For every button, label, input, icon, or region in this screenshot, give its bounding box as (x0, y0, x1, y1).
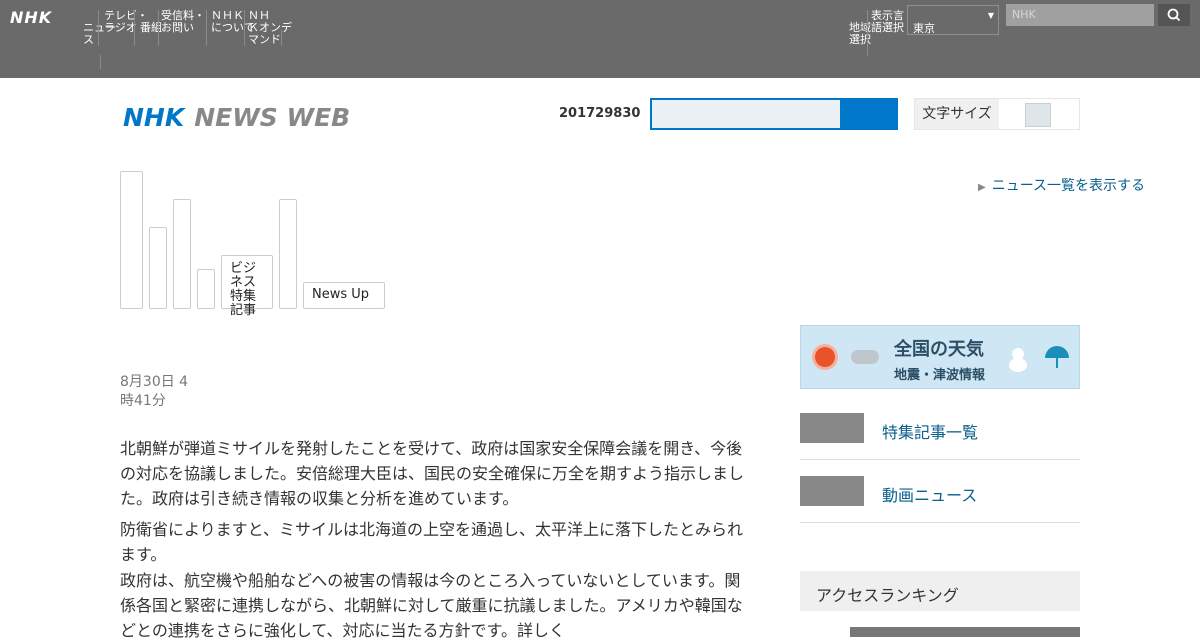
timestamp-line-1: 8月30日 4 (120, 374, 189, 390)
weather-banner[interactable]: 全国の天気 地震・津波情報 (800, 325, 1080, 389)
ranking-title: アクセスランキング (816, 586, 959, 605)
sidebar-item-label: 動画ニュース (882, 486, 978, 505)
region-dropdown[interactable]: 東京 ▼ (907, 5, 999, 35)
chevron-down-icon: ▼ (987, 11, 994, 20)
article-timestamp: 8月30日 4 時41分 (120, 373, 188, 411)
ranking-header: アクセスランキング (800, 571, 1080, 611)
news-list-link[interactable]: ▶ ニュース一覧を表示する (978, 175, 1145, 195)
nav-divider (867, 10, 868, 56)
brand-news-web: NEWS WEB (194, 103, 351, 132)
region-dropdown-value: 東京 (913, 22, 935, 35)
top-navigation-bar: NHK ニュー ス テレビ・ ラジオ 番組 受信料・ お問い ＮＨＫ について … (0, 0, 1200, 78)
nav-divider (134, 10, 135, 46)
tab-economy[interactable]: 経済 (173, 199, 191, 309)
snowman-icon (1009, 348, 1027, 372)
news-web-logo[interactable]: NHK NEWS WEB (123, 103, 350, 132)
ranking-thumbnail[interactable] (850, 627, 1080, 637)
sidebar-item-videos[interactable]: 動画ニュース (800, 476, 1080, 523)
tab-label: 社会 (121, 172, 142, 206)
nav-divider (244, 10, 245, 46)
nhk-search-input[interactable]: NHK (1006, 4, 1154, 26)
tab-news-up[interactable]: News Up (303, 282, 385, 309)
triangle-right-icon: ▶ (978, 182, 986, 193)
nav-divider (100, 55, 101, 69)
tab-label: 特集 (280, 200, 296, 234)
nhk-logo[interactable]: NHK (10, 8, 52, 27)
toggle-knob[interactable] (1025, 103, 1051, 127)
timestamp-line-2: 時41分 (120, 393, 166, 409)
nav-fees[interactable]: 受信料・ お問い (161, 10, 205, 34)
tab-international[interactable]: 国際 (197, 269, 215, 309)
news-list-link-label: ニュース一覧を表示する (991, 178, 1146, 194)
tab-special[interactable]: 特集 (279, 199, 297, 309)
sun-icon (815, 347, 835, 367)
nav-divider (98, 10, 99, 46)
nhk-search-button[interactable] (1158, 4, 1190, 26)
brand-nhk: NHK (123, 103, 185, 132)
nav-ondemand[interactable]: ＮＨ Ｋオンデ マンド (248, 10, 292, 46)
tab-label: News Up (312, 287, 370, 302)
weather-title: 全国の天気 (894, 339, 984, 360)
nav-divider (206, 10, 207, 46)
umbrella-handle (1056, 358, 1058, 368)
tab-label: 政治 (150, 228, 166, 262)
language-select-label[interactable]: 表示言 語選択 (871, 10, 904, 34)
earthquake-tsunami-label: 地震・津波情報 (894, 368, 986, 383)
search-icon (1167, 8, 1181, 22)
tab-society[interactable]: 社会 (120, 171, 143, 309)
umbrella-icon (1045, 346, 1069, 358)
news-search-input[interactable] (650, 98, 842, 130)
article-paragraph: 政府は、航空機や船舶などへの被害の情報は今のところ入っていないとしています。関係… (120, 571, 743, 640)
nhk-search-placeholder: NHK (1012, 8, 1036, 21)
thumbnail (800, 476, 864, 506)
text-size-toggle[interactable]: 文字サイズ (914, 98, 1080, 130)
article-paragraph: 北朝鮮が弾道ミサイルを発射したことを受けて、政府は国家安全保障会議を開き、今後の… (120, 439, 745, 508)
text-size-label: 文字サイズ (915, 99, 999, 129)
sidebar-item-features[interactable]: 特集記事一覧 (800, 413, 1080, 460)
tab-politics[interactable]: 政治 (149, 227, 167, 309)
tab-business-feature[interactable]: ビジネス特集記事 (221, 255, 273, 318)
news-search-button[interactable] (842, 98, 898, 130)
tab-label: 国際 (198, 270, 214, 304)
nav-divider (281, 30, 282, 46)
tab-label: ビジネス特集記事 (230, 261, 257, 318)
tab-label: 経済 (174, 200, 190, 234)
nav-divider (158, 10, 159, 46)
sidebar-item-label: 特集記事一覧 (882, 423, 979, 442)
article-paragraph: 防衛省によりますと、ミサイルは北海道の上空を通過し、太平洋上に落下したとみられま… (120, 520, 744, 564)
cloud-icon (851, 350, 879, 364)
thumbnail (800, 413, 864, 443)
date-number: 201729830 (559, 106, 641, 121)
